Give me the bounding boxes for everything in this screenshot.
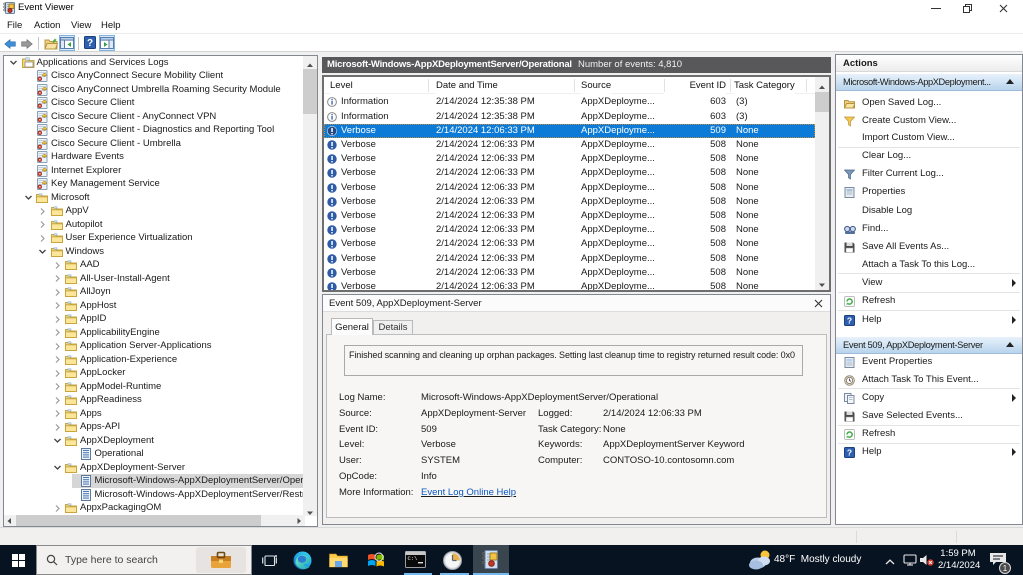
- svg-text:?: ?: [847, 448, 852, 458]
- svg-text:C:\: C:\: [408, 555, 418, 562]
- svg-text:?: ?: [87, 38, 93, 49]
- svg-text:?: ?: [847, 315, 852, 325]
